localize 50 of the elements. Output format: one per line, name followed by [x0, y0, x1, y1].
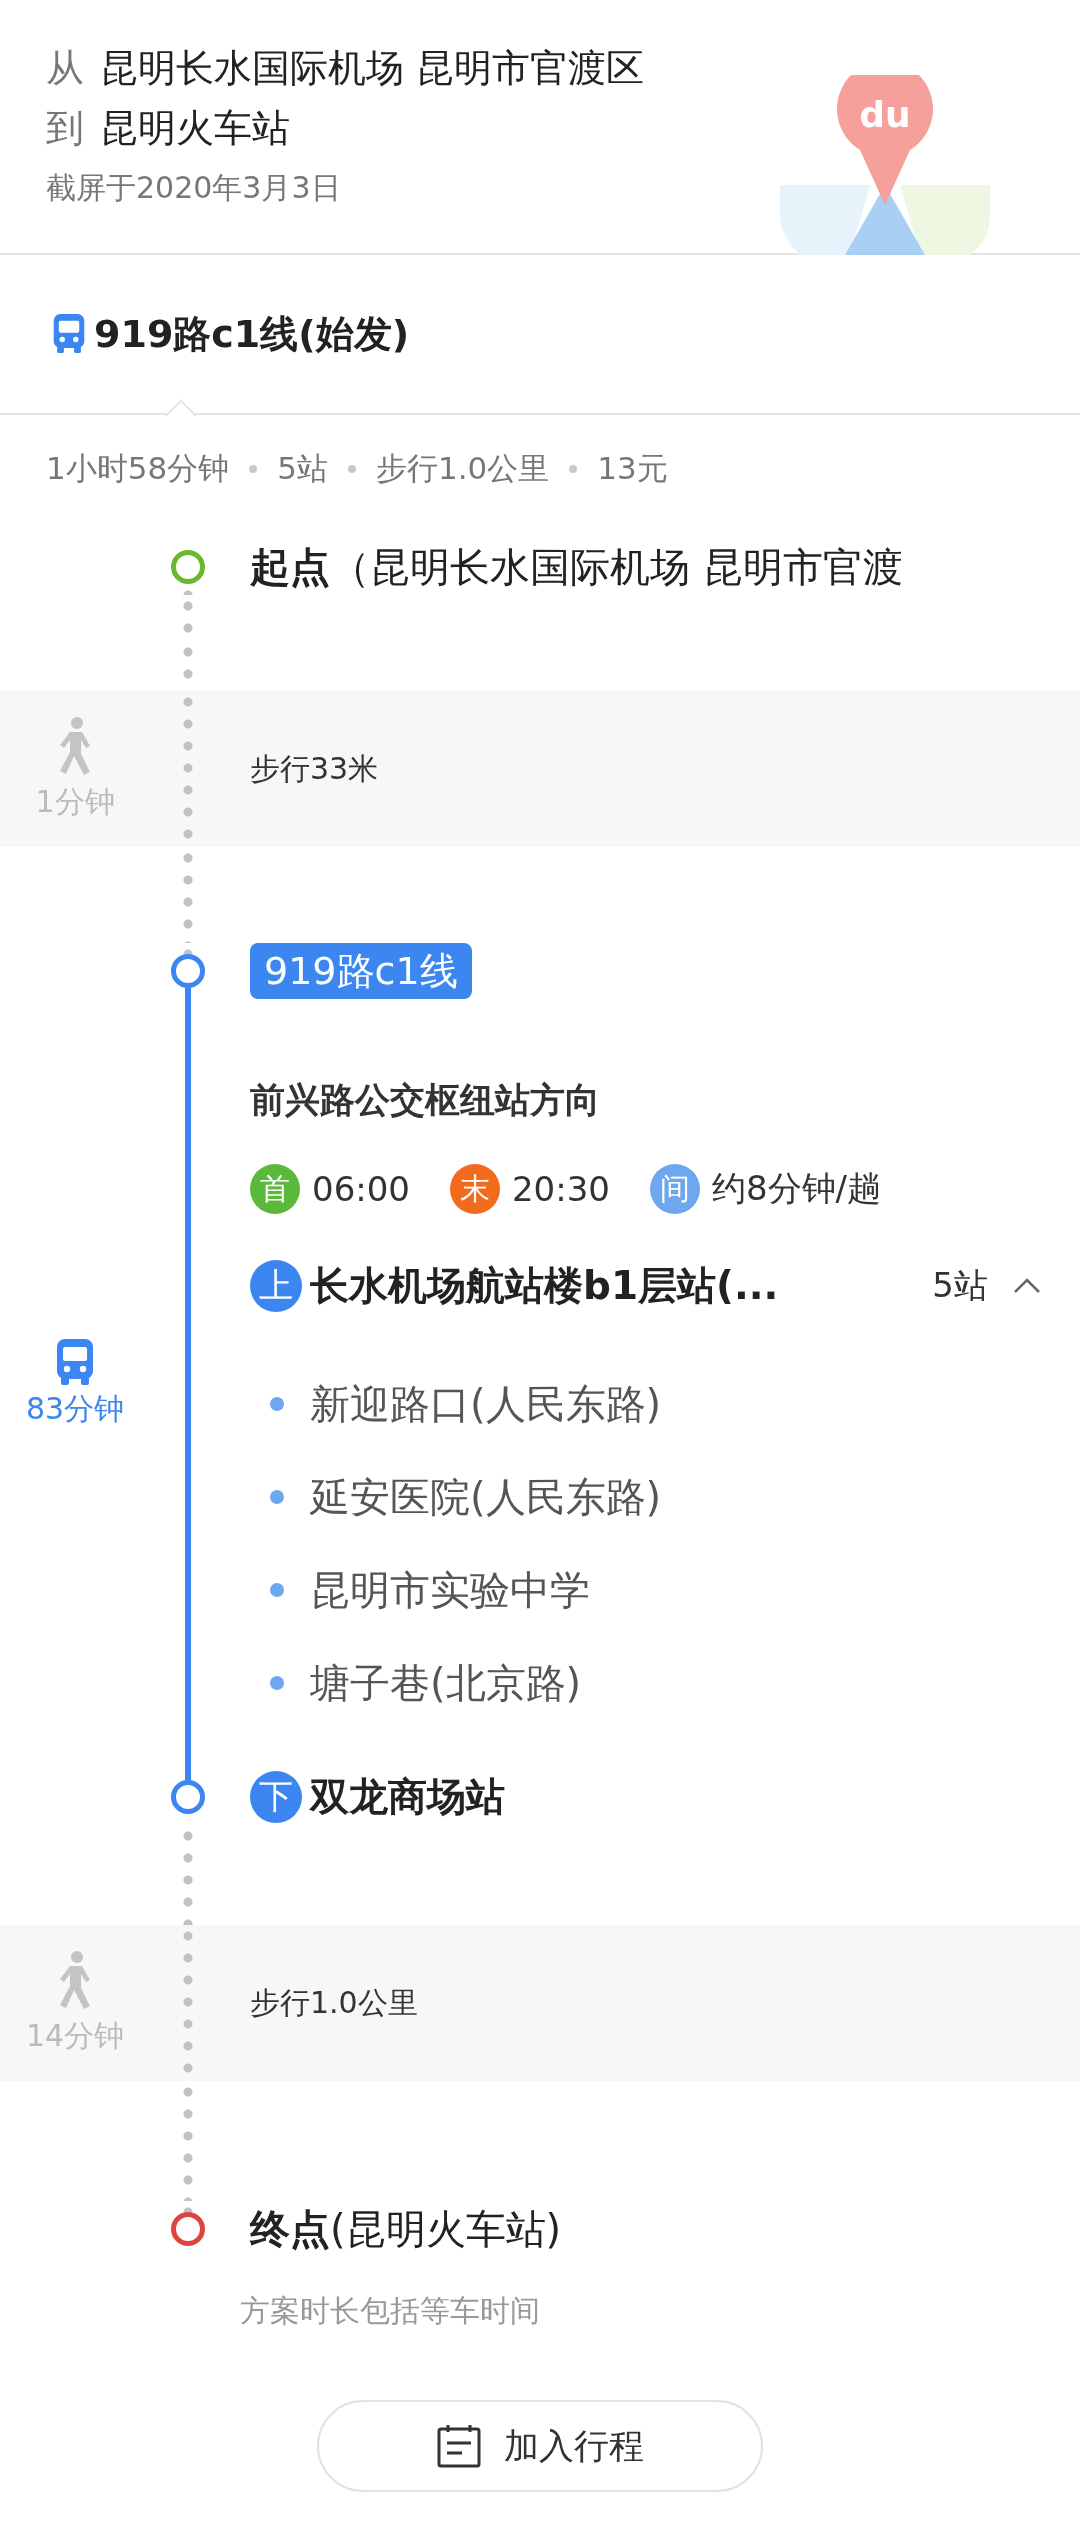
intermediate-stop: 昆明市实验中学	[310, 1566, 590, 1615]
endpoint-label: 起点（昆明长水国际机场 昆明市官渡	[250, 543, 904, 592]
intermediate-stop: 延安医院(人民东路)	[310, 1473, 662, 1522]
summary-item: 5站	[277, 449, 328, 488]
add-to-itinerary-button[interactable]: 加入行程	[317, 2400, 763, 2492]
line-badge: 919路c1线	[250, 943, 472, 999]
direction-label: 前兴路公交枢纽站方向	[250, 1079, 601, 1122]
stop-count[interactable]: 5站	[932, 1263, 988, 1309]
destination-text: 昆明火车站	[100, 105, 290, 152]
walk-distance: 步行1.0公里	[250, 1983, 419, 2022]
board-node	[171, 954, 205, 988]
schedule-time: 06:00	[312, 1169, 410, 1209]
route-title[interactable]: 919路c1线(始发)	[94, 308, 410, 360]
stop-bullet	[270, 1676, 284, 1690]
alight-node	[171, 1780, 205, 1814]
origin-text: 昆明长水国际机场 昆明市官渡区	[100, 45, 645, 92]
stop-bullet	[270, 1583, 284, 1597]
walk-distance: 步行33米	[250, 749, 380, 788]
summary-item: 1小时58分钟	[46, 449, 230, 488]
separator-dot	[569, 465, 578, 473]
alight-badge: 下	[250, 1771, 302, 1823]
intermediate-stop: 新迎路口(人民东路)	[310, 1380, 662, 1429]
schedule-badge: 间	[649, 1164, 700, 1214]
stop-bullet	[270, 1490, 284, 1504]
calendar-icon	[436, 2423, 482, 2469]
endpoint-label: 终点(昆明火车站)	[250, 2205, 563, 2254]
bus-icon	[55, 1338, 95, 1385]
schedule-time: 20:30	[512, 1169, 610, 1209]
alight-stop: 双龙商场站	[310, 1773, 505, 1821]
map-pin-logo: du	[780, 75, 990, 255]
ride-duration: 83分钟	[25, 1389, 125, 1428]
board-badge: 上	[250, 1260, 302, 1312]
duration-note: 方案时长包括等车时间	[240, 2292, 541, 2330]
to-label: 到	[46, 105, 84, 152]
intermediate-stop: 塘子巷(北京路)	[310, 1659, 582, 1708]
bus-icon	[52, 314, 86, 354]
schedule-time: 约8分钟/趟	[711, 1167, 882, 1210]
separator-dot	[249, 465, 258, 473]
separator-dot	[347, 465, 356, 473]
summary-item: 步行1.0公里	[375, 449, 550, 488]
chevron-up-icon[interactable]	[1012, 1277, 1042, 1295]
from-label: 从	[46, 45, 84, 92]
schedule-badge: 末	[450, 1164, 500, 1214]
walk-duration: 14分钟	[25, 2016, 125, 2055]
screenshot-date: 截屏于2020年3月3日	[46, 169, 342, 207]
schedule-badge: 首	[250, 1164, 300, 1214]
walk-duration: 1分钟	[35, 782, 115, 821]
summary-item: 13元	[597, 449, 668, 488]
stop-bullet	[270, 1397, 284, 1411]
board-stop: 长水机场航站楼b1层站(...	[310, 1262, 779, 1310]
